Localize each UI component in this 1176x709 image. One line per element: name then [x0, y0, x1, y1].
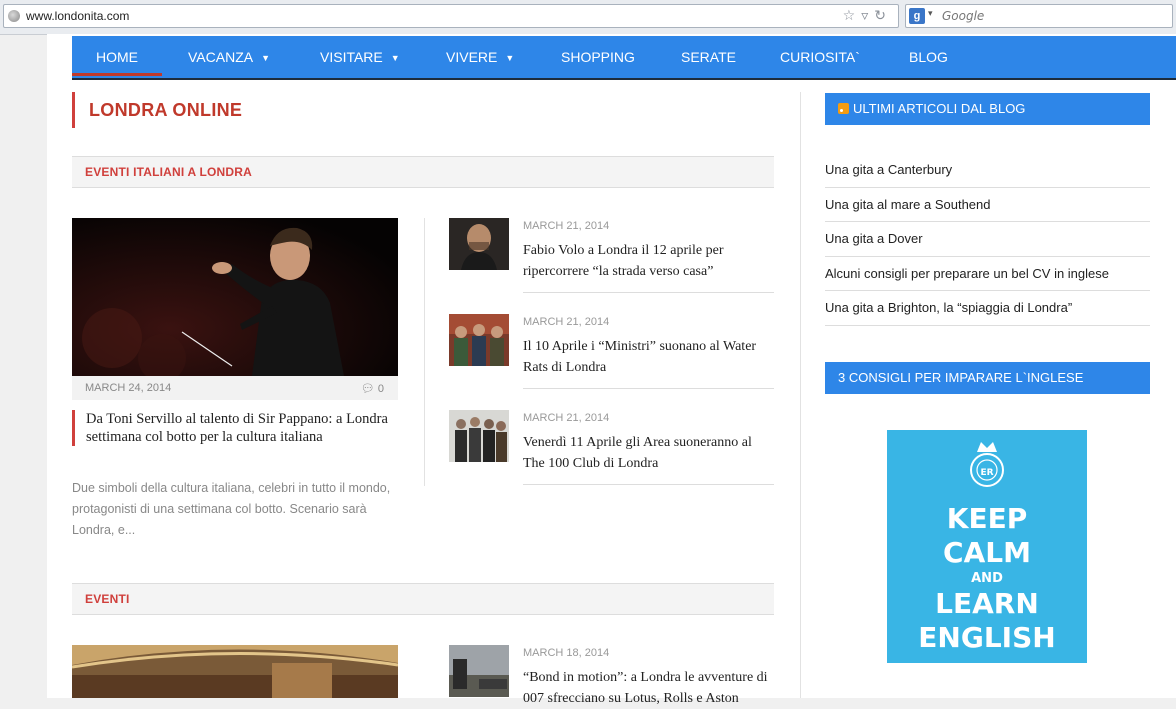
- article-thumbnail[interactable]: [449, 218, 509, 270]
- widget-header-blog: ULTIMI ARTICOLI DAL BLOG: [825, 93, 1150, 125]
- keep-calm-poster[interactable]: ER KEEP CALM AND LEARN ENGLISH: [887, 430, 1087, 663]
- sidebar-link[interactable]: Una gita al mare a Southend: [825, 197, 1150, 212]
- comment-icon: 💬︎: [360, 383, 375, 395]
- section-title[interactable]: EVENTI ITALIANI A LONDRA: [85, 165, 252, 179]
- article-thumbnail[interactable]: [449, 410, 509, 462]
- chevron-down-icon: ▼: [505, 53, 515, 63]
- engine-dropdown-icon[interactable]: ▾: [928, 8, 933, 19]
- article-date: MARCH 21, 2014: [523, 316, 610, 328]
- nav-vacanza[interactable]: VACANZA ▼: [188, 36, 270, 78]
- chevron-down-icon: ▼: [261, 53, 271, 63]
- address-bar[interactable]: www.londonita.com ☆▿↻: [3, 4, 899, 28]
- dropdown-arrow-icon[interactable]: ▿: [861, 7, 874, 23]
- article-title[interactable]: Il 10 Aprile i “Ministri” suonano al Wat…: [523, 336, 775, 378]
- section-header-eventi-italiani: EVENTI ITALIANI A LONDRA: [72, 156, 774, 188]
- address-text: www.londonita.com: [26, 9, 130, 23]
- main-nav: HOME VACANZA ▼ VISITARE ▼ VIVERE ▼ SHOPPING…: [72, 36, 1176, 80]
- sidebar-link[interactable]: Una gita a Brighton, la “spiaggia di Lon…: [825, 300, 1150, 315]
- search-placeholder: Google: [942, 9, 985, 23]
- search-bar[interactable]: g ▾ Google: [905, 4, 1173, 28]
- featured-title[interactable]: Da Toni Servillo al talento di Sir Pappa…: [72, 410, 391, 446]
- comment-count[interactable]: 💬︎ 0: [361, 382, 384, 395]
- browser-toolbar: www.londonita.com ☆▿↻ g ▾ Google: [0, 0, 1176, 35]
- crown-icon: [970, 442, 1004, 487]
- article-title[interactable]: Fabio Volo a Londra il 12 aprile per rip…: [523, 240, 775, 282]
- globe-icon: [8, 10, 20, 22]
- nav-blog[interactable]: BLOG: [909, 36, 948, 78]
- article-title[interactable]: Venerdì 11 Aprile gli Area suoneranno al…: [523, 432, 775, 474]
- sidebar-link[interactable]: Alcuni consigli per preparare un bel CV …: [825, 266, 1150, 281]
- section-title[interactable]: EVENTI: [85, 592, 130, 606]
- sidebar-link[interactable]: Una gita a Dover: [825, 231, 1150, 246]
- nav-serate[interactable]: SERATE: [681, 36, 736, 78]
- nav-shopping[interactable]: SHOPPING: [561, 36, 635, 78]
- featured-image[interactable]: [72, 218, 398, 376]
- article-date: MARCH 21, 2014: [523, 412, 610, 424]
- featured-date: MARCH 24, 2014: [85, 382, 172, 394]
- sidebar-divider: [800, 92, 801, 698]
- column-divider: [424, 218, 425, 486]
- rss-icon[interactable]: [838, 103, 849, 114]
- nav-curiosita[interactable]: CURIOSITA`: [780, 36, 860, 78]
- article-title[interactable]: “Bond in motion”: a Londra le avventure …: [523, 667, 775, 709]
- nav-home[interactable]: HOME: [72, 36, 162, 76]
- featured-meta: MARCH 24, 2014 💬︎ 0: [72, 376, 398, 400]
- section-header-eventi: EVENTI: [72, 583, 774, 615]
- nav-visitare[interactable]: VISITARE ▼: [320, 36, 400, 78]
- article-date: MARCH 21, 2014: [523, 220, 610, 232]
- divider: [523, 484, 774, 485]
- nav-vivere[interactable]: VIVERE ▼: [446, 36, 514, 78]
- article-thumbnail[interactable]: [449, 314, 509, 366]
- chevron-down-icon: ▼: [390, 53, 400, 63]
- widget-header-inglese: 3 CONSIGLI PER IMPARARE L`INGLESE: [825, 362, 1150, 394]
- article-thumbnail[interactable]: [449, 645, 509, 697]
- divider: [523, 292, 774, 293]
- bookmark-star-icon[interactable]: ☆: [843, 7, 862, 23]
- reload-icon[interactable]: ↻: [874, 7, 892, 23]
- article-date: MARCH 18, 2014: [523, 647, 610, 659]
- page-title: LONDRA ONLINE: [72, 92, 242, 128]
- sidebar-link[interactable]: Una gita a Canterbury: [825, 162, 1150, 177]
- featured-image[interactable]: [72, 645, 398, 698]
- page: HOME VACANZA ▼ VISITARE ▼ VIVERE ▼ SHOPPING…: [47, 34, 1176, 706]
- poster-crest: ER: [980, 468, 994, 478]
- divider: [523, 388, 774, 389]
- featured-excerpt: Due simboli della cultura italiana, cele…: [72, 481, 391, 537]
- google-icon[interactable]: g: [909, 8, 925, 24]
